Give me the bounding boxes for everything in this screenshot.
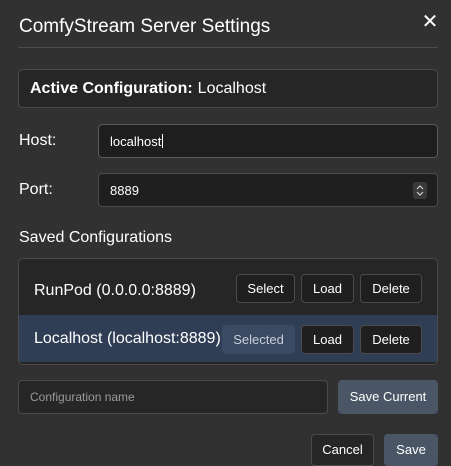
- up-down-stepper-icon[interactable]: [413, 182, 427, 199]
- host-input[interactable]: localhost: [98, 124, 438, 158]
- active-configuration-value: Localhost: [197, 79, 267, 97]
- load-button[interactable]: Load: [301, 325, 354, 354]
- text-caret: [162, 134, 164, 148]
- port-input-value: 8889: [110, 182, 139, 198]
- title-divider: [18, 47, 438, 48]
- delete-button[interactable]: Delete: [360, 325, 422, 354]
- list-item: RunPod (0.0.0.0:8889) Select Load Delete: [19, 267, 437, 314]
- dialog-title: ComfyStream Server Settings: [19, 16, 271, 37]
- configuration-name: Localhost (localhost:8889): [34, 330, 221, 347]
- close-icon[interactable]: ✕: [421, 11, 439, 33]
- load-button[interactable]: Load: [301, 274, 354, 303]
- port-input[interactable]: 8889: [98, 173, 438, 207]
- settings-dialog: ComfyStream Server Settings ✕ Active Con…: [0, 0, 451, 466]
- active-configuration-label: Active Configuration:: [30, 79, 193, 97]
- save-current-button[interactable]: Save Current: [338, 380, 438, 414]
- cancel-button[interactable]: Cancel: [311, 434, 374, 466]
- configuration-name: RunPod (0.0.0.0:8889): [34, 282, 196, 299]
- selected-badge-button[interactable]: Selected: [222, 325, 295, 354]
- host-label: Host:: [19, 132, 57, 149]
- configuration-name-input[interactable]: Configuration name: [18, 380, 328, 414]
- select-button[interactable]: Select: [236, 274, 295, 303]
- saved-configurations-list: RunPod (0.0.0.0:8889) Select Load Delete…: [18, 258, 438, 365]
- saved-configurations-heading: Saved Configurations: [19, 229, 172, 246]
- list-item-selected: Localhost (localhost:8889) Selected Load…: [19, 315, 437, 362]
- save-button[interactable]: Save: [384, 434, 438, 466]
- active-configuration-banner: Active Configuration: Localhost: [18, 69, 438, 108]
- host-input-value: localhost: [110, 133, 162, 149]
- port-label: Port:: [19, 181, 53, 198]
- delete-button[interactable]: Delete: [360, 274, 422, 303]
